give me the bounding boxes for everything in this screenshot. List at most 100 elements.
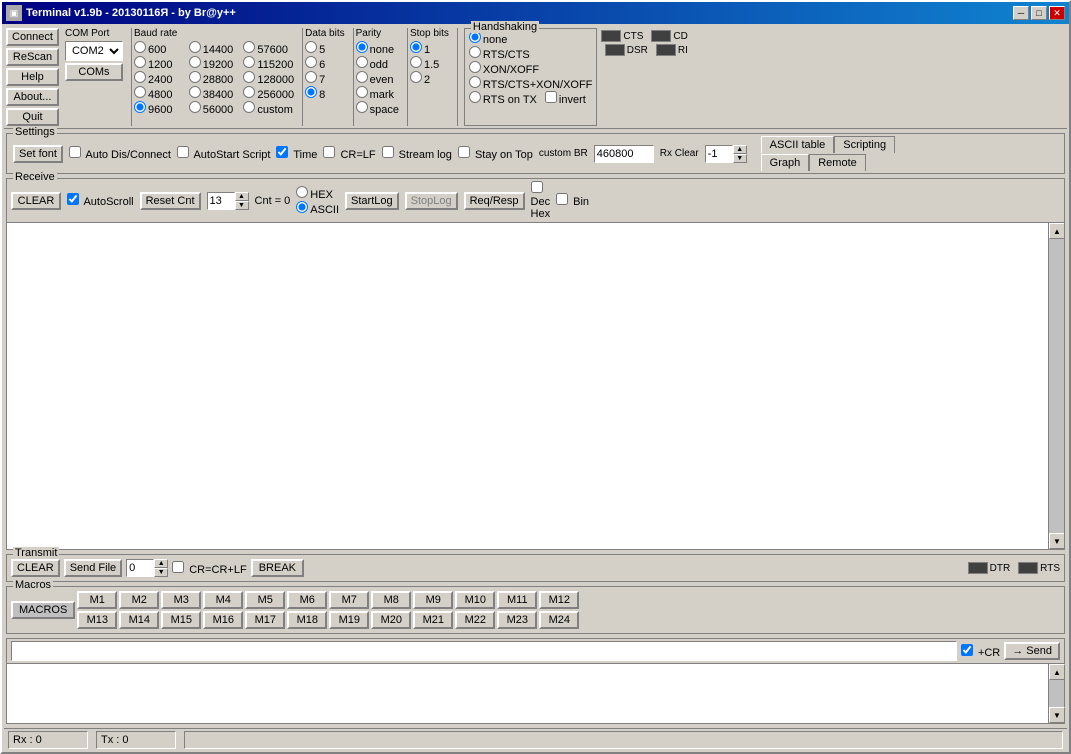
- start-log-button[interactable]: StartLog: [345, 192, 399, 210]
- time-check[interactable]: Time: [276, 146, 317, 161]
- input-scroll-down[interactable]: ▼: [1049, 707, 1065, 723]
- parity-space[interactable]: space: [356, 101, 399, 116]
- scroll-track[interactable]: [1049, 239, 1064, 533]
- transmit-counter-input[interactable]: [126, 559, 154, 577]
- cr-lf-check[interactable]: CR=LF: [323, 146, 375, 161]
- baud-128000[interactable]: 128000: [243, 71, 294, 86]
- help-button[interactable]: Help: [6, 68, 59, 86]
- m1-button[interactable]: M1: [77, 591, 117, 609]
- lines-input[interactable]: [207, 192, 235, 210]
- reset-cnt-button[interactable]: Reset Cnt: [140, 192, 201, 210]
- baud-28800[interactable]: 28800: [189, 71, 240, 86]
- close-button[interactable]: ✕: [1049, 6, 1065, 20]
- custom-br-input[interactable]: [594, 145, 654, 163]
- db-5[interactable]: 5: [305, 41, 344, 56]
- baud-56000[interactable]: 56000: [189, 101, 240, 116]
- baud-57600[interactable]: 57600: [243, 41, 294, 56]
- req-resp-button[interactable]: Req/Resp: [464, 192, 525, 210]
- m24-button[interactable]: M24: [539, 611, 579, 629]
- m22-button[interactable]: M22: [455, 611, 495, 629]
- db-7[interactable]: 7: [305, 71, 344, 86]
- m6-button[interactable]: M6: [287, 591, 327, 609]
- tab-scripting[interactable]: Scripting: [834, 136, 895, 153]
- cr-check[interactable]: +CR: [961, 644, 1000, 659]
- rx-clear-up[interactable]: ▲: [733, 145, 747, 154]
- parity-none[interactable]: none: [356, 41, 399, 56]
- hex-radio[interactable]: HEX: [296, 186, 339, 201]
- hs-invert[interactable]: invert: [545, 91, 586, 106]
- tab-graph[interactable]: Graph: [761, 154, 810, 171]
- input-scroll-up[interactable]: ▲: [1049, 664, 1065, 680]
- main-text-input[interactable]: [11, 641, 957, 661]
- m8-button[interactable]: M8: [371, 591, 411, 609]
- baud-9600[interactable]: 9600: [134, 101, 185, 116]
- stay-on-top-check[interactable]: Stay on Top: [458, 146, 533, 161]
- rx-clear-input[interactable]: [705, 145, 733, 163]
- m9-button[interactable]: M9: [413, 591, 453, 609]
- m12-button[interactable]: M12: [539, 591, 579, 609]
- baud-4800[interactable]: 4800: [134, 86, 185, 101]
- lines-up[interactable]: ▲: [235, 192, 249, 201]
- quit-button[interactable]: Quit: [6, 108, 59, 126]
- scroll-down-arrow[interactable]: ▼: [1049, 533, 1064, 549]
- m5-button[interactable]: M5: [245, 591, 285, 609]
- rescan-button[interactable]: ReScan: [6, 48, 59, 66]
- auto-dis-connect-check[interactable]: Auto Dis/Connect: [69, 146, 171, 161]
- break-button[interactable]: BREAK: [251, 559, 304, 577]
- m15-button[interactable]: M15: [161, 611, 201, 629]
- m2-button[interactable]: M2: [119, 591, 159, 609]
- tab-ascii-table[interactable]: ASCII table: [761, 136, 835, 153]
- parity-mark[interactable]: mark: [356, 86, 399, 101]
- com-port-select[interactable]: COM2 COM1 COM3 COM4: [65, 41, 123, 61]
- m3-button[interactable]: M3: [161, 591, 201, 609]
- m20-button[interactable]: M20: [371, 611, 411, 629]
- db-8[interactable]: 8: [305, 86, 344, 101]
- m11-button[interactable]: M11: [497, 591, 537, 609]
- coms-button[interactable]: COMs: [65, 63, 123, 81]
- hs-rtson[interactable]: RTS on TX: [469, 91, 537, 106]
- transmit-clear-button[interactable]: CLEAR: [11, 559, 60, 577]
- connect-button[interactable]: Connect: [6, 28, 59, 46]
- send-button[interactable]: → Send: [1004, 642, 1060, 660]
- baud-custom[interactable]: custom: [243, 101, 294, 116]
- counter-down[interactable]: ▼: [154, 568, 168, 577]
- baud-19200[interactable]: 19200: [189, 56, 240, 71]
- m7-button[interactable]: M7: [329, 591, 369, 609]
- bin-check[interactable]: Bin: [556, 193, 589, 208]
- db-6[interactable]: 6: [305, 56, 344, 71]
- input-scroll-track[interactable]: [1049, 680, 1064, 707]
- sb-2[interactable]: 2: [410, 71, 449, 86]
- m23-button[interactable]: M23: [497, 611, 537, 629]
- about-button[interactable]: About...: [6, 88, 59, 106]
- stream-log-check[interactable]: Stream log: [382, 146, 452, 161]
- baud-1200[interactable]: 1200: [134, 56, 185, 71]
- rx-clear-down[interactable]: ▼: [733, 154, 747, 163]
- baud-2400[interactable]: 2400: [134, 71, 185, 86]
- cr-cr-lf-check[interactable]: CR=CR+LF: [172, 561, 247, 576]
- hs-xon[interactable]: XON/XOFF: [469, 61, 593, 76]
- m16-button[interactable]: M16: [203, 611, 243, 629]
- m4-button[interactable]: M4: [203, 591, 243, 609]
- hs-both[interactable]: RTS/CTS+XON/XOFF: [469, 76, 593, 91]
- baud-14400[interactable]: 14400: [189, 41, 240, 56]
- m14-button[interactable]: M14: [119, 611, 159, 629]
- m10-button[interactable]: M10: [455, 591, 495, 609]
- tab-remote[interactable]: Remote: [809, 154, 866, 171]
- macros-button[interactable]: MACROS: [11, 601, 75, 619]
- parity-even[interactable]: even: [356, 71, 399, 86]
- baud-38400[interactable]: 38400: [189, 86, 240, 101]
- hs-rtscts[interactable]: RTS/CTS: [469, 46, 593, 61]
- m17-button[interactable]: M17: [245, 611, 285, 629]
- parity-odd[interactable]: odd: [356, 56, 399, 71]
- stop-log-button[interactable]: StopLog: [405, 192, 458, 210]
- ascii-radio[interactable]: ASCII: [296, 201, 339, 216]
- baud-115200[interactable]: 115200: [243, 56, 294, 71]
- counter-up[interactable]: ▲: [154, 559, 168, 568]
- hs-none[interactable]: none: [469, 31, 593, 46]
- set-font-button[interactable]: Set font: [13, 145, 63, 163]
- sb-15[interactable]: 1.5: [410, 56, 449, 71]
- m13-button[interactable]: M13: [77, 611, 117, 629]
- m18-button[interactable]: M18: [287, 611, 327, 629]
- scroll-up-arrow[interactable]: ▲: [1049, 223, 1064, 239]
- baud-600[interactable]: 600: [134, 41, 185, 56]
